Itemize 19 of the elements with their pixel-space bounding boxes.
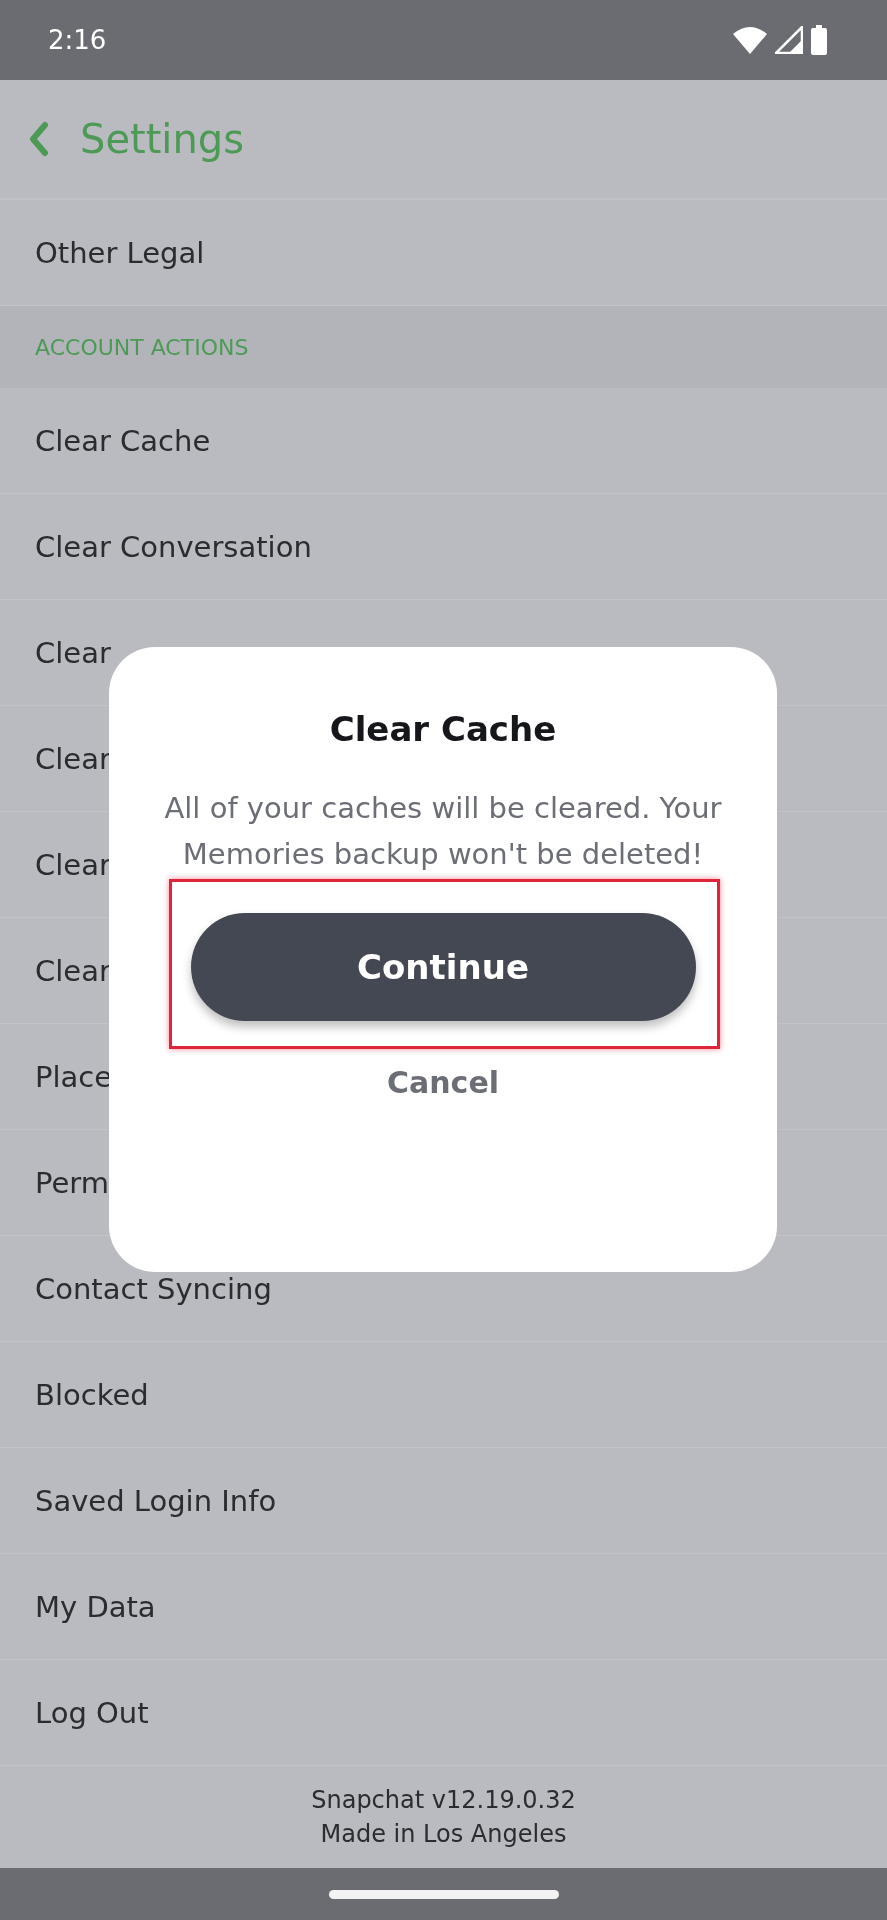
- battery-icon: [811, 25, 827, 55]
- dialog-message: All of your caches will be cleared. Your Memories backup won't be deleted!: [163, 790, 723, 873]
- home-indicator[interactable]: [328, 1889, 559, 1899]
- settings-item[interactable]: Log Out: [0, 1660, 887, 1766]
- page-title: Settings: [80, 116, 245, 162]
- settings-item[interactable]: Blocked: [0, 1342, 887, 1448]
- settings-item[interactable]: Saved Login Info: [0, 1448, 887, 1554]
- footer-text: Snapchat v12.19.0.32: [311, 1786, 576, 1814]
- settings-item[interactable]: Clear Cache: [0, 388, 887, 494]
- wifi-icon: [733, 26, 767, 54]
- continue-button[interactable]: Continue: [190, 913, 696, 1021]
- section-header: ACCOUNT ACTIONS: [0, 306, 887, 388]
- settings-item[interactable]: Clear Conversation: [0, 494, 887, 600]
- settings-item[interactable]: My Data: [0, 1554, 887, 1660]
- status-time: 2:16: [48, 25, 107, 55]
- signal-icon: [775, 26, 803, 54]
- cancel-button[interactable]: Cancel: [377, 1061, 509, 1104]
- dialog-title: Clear Cache: [329, 709, 557, 749]
- footer-text: Made in Los Angeles: [320, 1820, 567, 1848]
